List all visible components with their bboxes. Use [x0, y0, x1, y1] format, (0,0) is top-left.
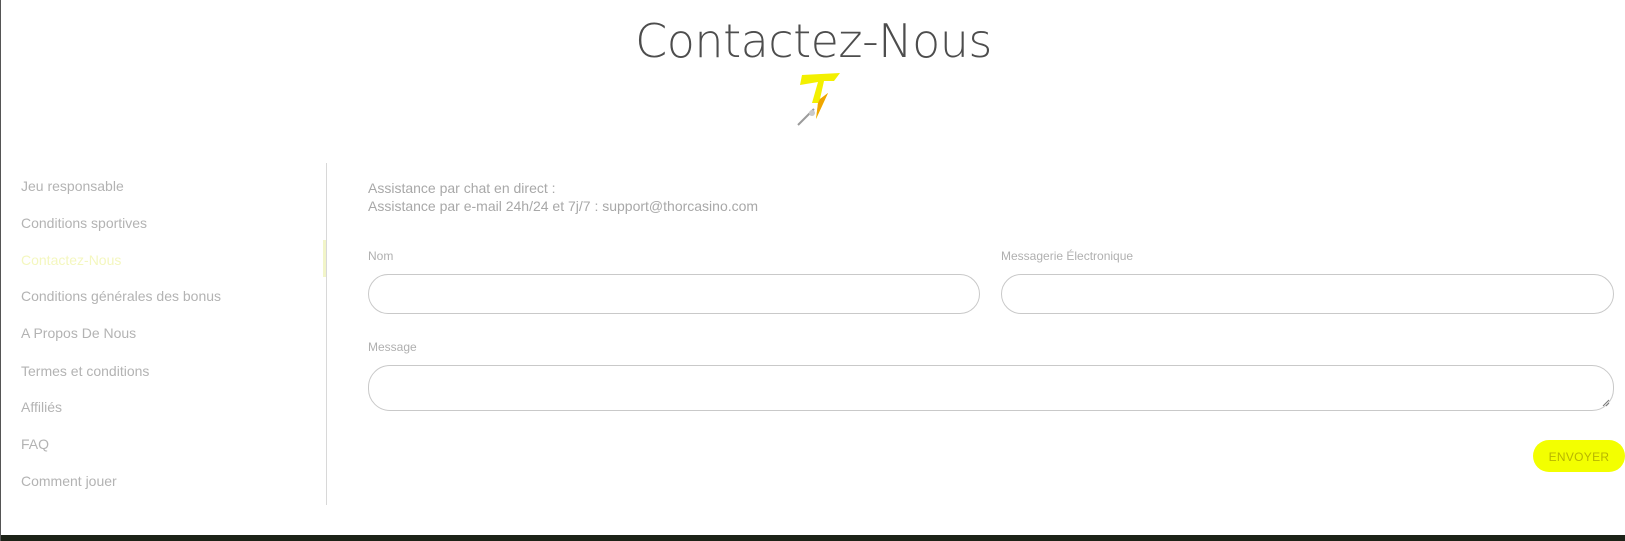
send-button[interactable]: ENVOYER: [1533, 440, 1625, 472]
thor-lightning-logo-icon: [797, 73, 840, 126]
sidebar-item-faq[interactable]: FAQ: [21, 436, 49, 452]
sidebar-item-comment-jouer[interactable]: Comment jouer: [21, 473, 117, 489]
contact-info: Assistance par chat en direct : Assistan…: [368, 179, 758, 215]
sidebar-nav: Jeu responsable Conditions sportives Con…: [1, 163, 326, 505]
sidebar-item-conditions-sportives[interactable]: Conditions sportives: [21, 215, 147, 231]
email-label: Messagerie Électronique: [1001, 249, 1134, 263]
message-label: Message: [368, 340, 417, 354]
sidebar-item-jeu-responsable[interactable]: Jeu responsable: [21, 178, 124, 194]
message-field[interactable]: [368, 365, 1614, 411]
sidebar-item-a-propos[interactable]: A Propos De Nous: [21, 325, 136, 341]
footer-bar: [1, 535, 1625, 541]
sidebar-divider: [326, 163, 327, 505]
email-field[interactable]: [1001, 274, 1614, 314]
sidebar-item-contactez-nous[interactable]: Contactez-Nous: [21, 252, 121, 268]
resize-grip-icon[interactable]: [1602, 399, 1610, 407]
email-support-text: Assistance par e-mail 24h/24 et 7j/7 : s…: [368, 198, 759, 214]
sidebar-item-affilies[interactable]: Affiliés: [21, 399, 62, 415]
sidebar-item-conditions-bonus[interactable]: Conditions générales des bonus: [21, 288, 221, 304]
chat-support-text: Assistance par chat en direct :: [368, 180, 556, 196]
name-field[interactable]: [368, 274, 980, 314]
page-title: Contactez-Nous: [635, 14, 992, 68]
name-label: Nom: [368, 249, 394, 263]
sidebar-item-termes[interactable]: Termes et conditions: [21, 363, 149, 379]
